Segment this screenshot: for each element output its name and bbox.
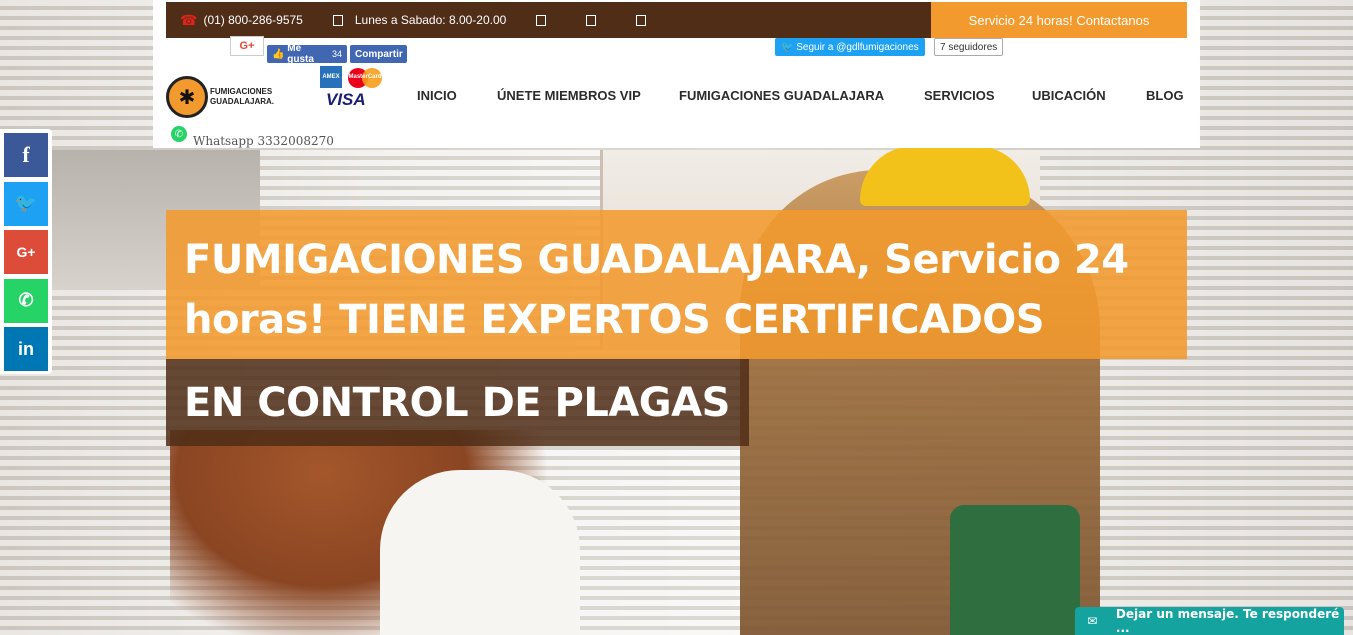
social-icon-2[interactable] [586, 14, 597, 26]
share-google-plus-button[interactable]: G+ [4, 230, 48, 274]
thumbs-up-icon: 👍 [272, 48, 288, 60]
chat-widget-button[interactable]: ✉ Dejar un mensaje. Te responderé ... [1075, 607, 1344, 635]
visa-card-icon: VISA [326, 90, 366, 109]
nav-inicio[interactable]: INICIO [417, 88, 457, 103]
envelope-icon: ✉ [1087, 614, 1098, 628]
nav-fumigaciones-guadalajara[interactable]: FUMIGACIONES GUADALAJARA [679, 88, 884, 103]
payment-methods: AMEX MasterCard VISA [318, 66, 384, 110]
fb-like-count: 34 [331, 49, 342, 59]
nav-servicios[interactable]: SERVICIOS [924, 88, 995, 103]
social-share-sidebar: f 🐦 G+ ✆ in [0, 129, 52, 374]
bug-emblem-icon: ✱ [166, 76, 208, 118]
facebook-share-button[interactable]: Compartir [350, 45, 407, 63]
site-logo[interactable]: ✱ FUMIGACIONES GUADALAJARA. [166, 74, 276, 120]
share-twitter-button[interactable]: 🐦 [4, 181, 48, 226]
opening-hours: Lunes a Sabado: 8.00-20.00 [354, 13, 507, 27]
hours-info: Lunes a Sabado: 8.00-20.00 [332, 13, 507, 27]
logo-text: FUMIGACIONES GUADALAJARA. [210, 87, 274, 106]
social-icon-3[interactable] [636, 14, 647, 26]
fb-like-label: Me gusta [287, 43, 314, 65]
twitter-follow-label: Seguir a @gdlfumigaciones [796, 41, 919, 53]
chat-label: Dejar un mensaje. Te responderé ... [1115, 607, 1340, 635]
nav-blog[interactable]: BLOG [1146, 88, 1184, 103]
twitter-follow-button[interactable]: 🐦 Seguir a @gdlfumigaciones [775, 38, 925, 56]
woman-shirt-shape [380, 470, 580, 635]
twitter-follower-count[interactable]: 7 seguidores [934, 38, 1004, 56]
share-facebook-button[interactable]: f [4, 133, 48, 177]
hero-headline-box: FUMIGACIONES GUADALAJARA, Servicio 24 ho… [166, 210, 1187, 359]
calendar-icon [332, 14, 343, 26]
top-info-bar: ☎ (01) 800-286-9575 Lunes a Sabado: 8.00… [166, 2, 931, 38]
share-linkedin-button[interactable]: in [4, 327, 48, 371]
sprayer-tank-shape [950, 505, 1080, 635]
social-icon-1[interactable] [536, 14, 547, 26]
hero-subheadline: EN CONTROL DE PLAGAS [184, 380, 730, 426]
mastercard-icon: MasterCard [348, 68, 382, 88]
hero-headline: FUMIGACIONES GUADALAJARA, Servicio 24 ho… [184, 237, 1129, 343]
whatsapp-icon: ✆ [171, 126, 187, 142]
nav-miembros-vip[interactable]: ÚNETE MIEMBROS VIP [497, 88, 641, 103]
phone-number: (01) 800-286-9575 [203, 13, 303, 27]
phone-icon: ☎ [180, 11, 198, 28]
nav-ubicacion[interactable]: UBICACIÓN [1032, 88, 1106, 103]
share-whatsapp-button[interactable]: ✆ [4, 278, 48, 323]
amex-card-icon: AMEX [320, 66, 342, 88]
contact-cta-button[interactable]: Servicio 24 horas! Contactanos [931, 2, 1187, 38]
whatsapp-contact[interactable]: ✆ Whatsapp 3332008270 [171, 120, 334, 148]
hero-subheadline-box: EN CONTROL DE PLAGAS [166, 359, 749, 446]
hard-hat-shape [860, 146, 1030, 206]
whatsapp-number: Whatsapp 3332008270 [193, 134, 334, 148]
facebook-like-button[interactable]: 👍 Me gusta 34 [267, 43, 347, 65]
twitter-bird-icon: 🐦 [781, 41, 797, 53]
phone-info[interactable]: ☎ (01) 800-286-9575 [180, 12, 303, 29]
google-plus-button[interactable]: G+ [230, 36, 264, 56]
